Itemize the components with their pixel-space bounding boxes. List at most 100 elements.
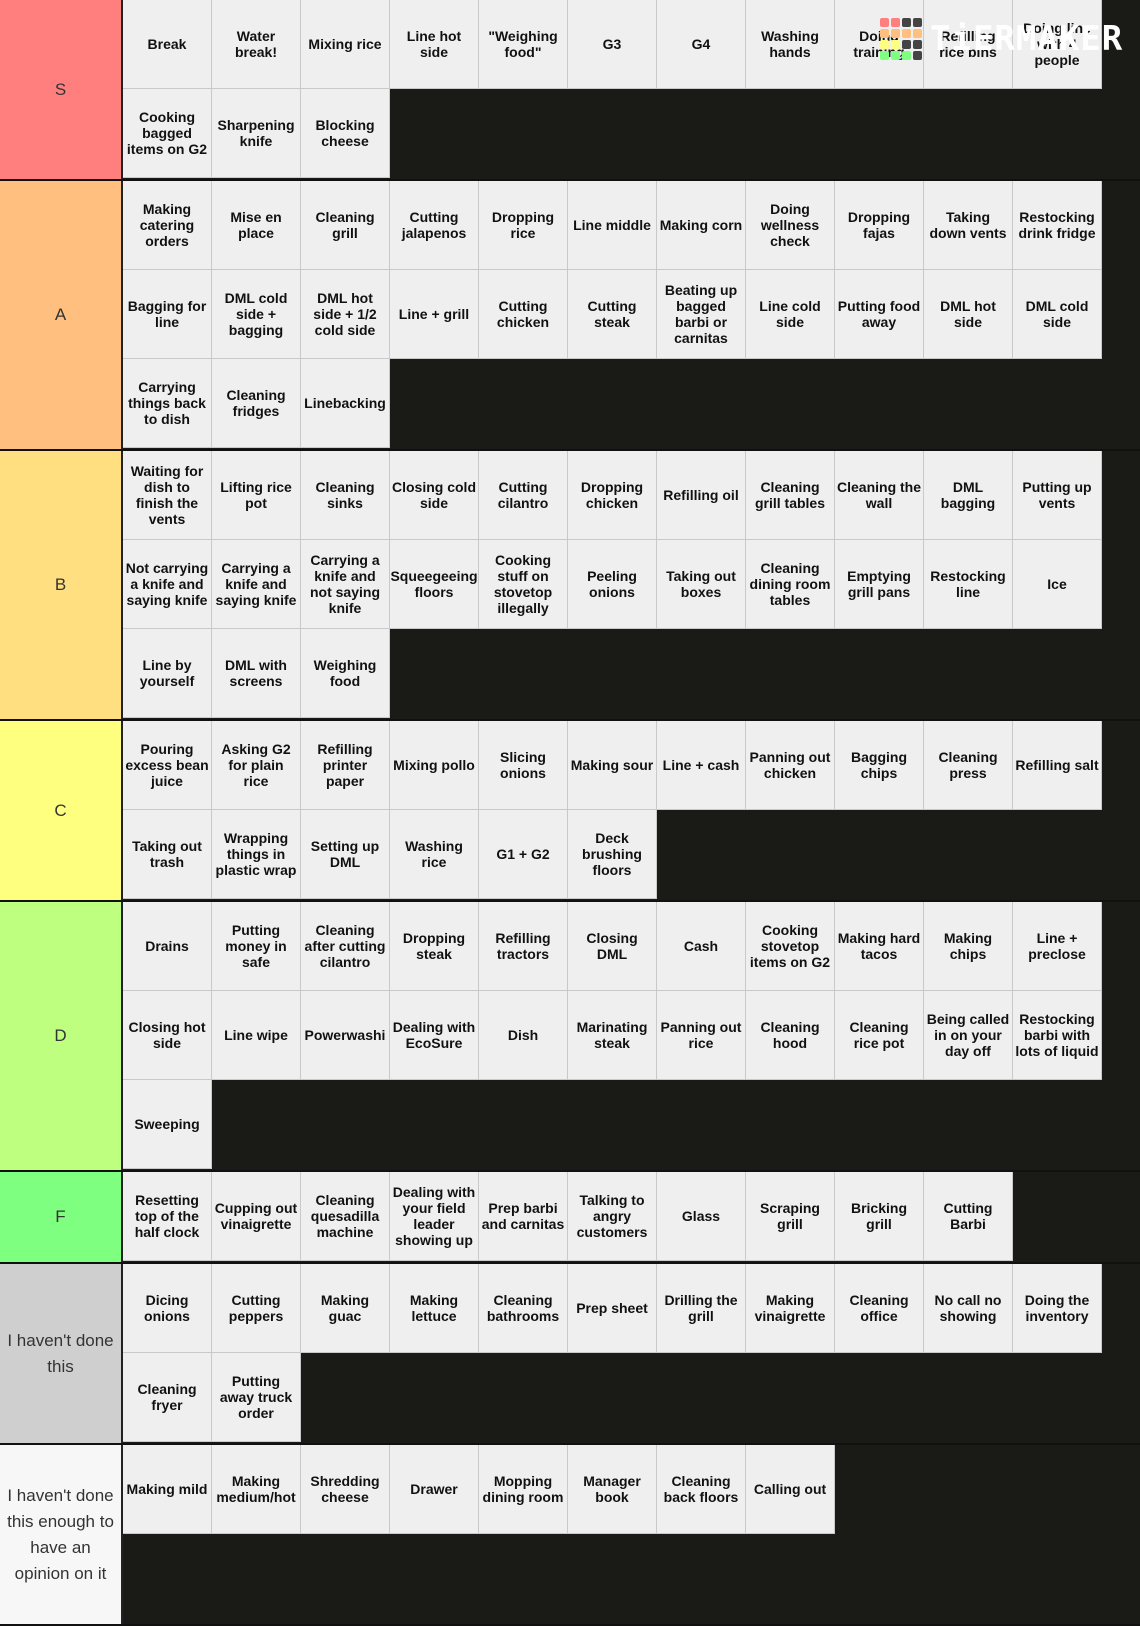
- tier-item-card[interactable]: Cutting Barbi: [924, 1172, 1013, 1261]
- tier-item-card[interactable]: DML hot side: [924, 270, 1013, 359]
- tier-item-card[interactable]: Refilling salt: [1013, 721, 1102, 810]
- tier-item-card[interactable]: Making catering orders: [123, 181, 212, 270]
- tier-item-card[interactable]: Prep barbi and carnitas: [479, 1172, 568, 1261]
- tier-label[interactable]: A: [0, 181, 123, 449]
- tier-item-card[interactable]: Cleaning hood: [746, 991, 835, 1080]
- tier-item-card[interactable]: Sweeping: [123, 1080, 212, 1169]
- tier-item-card[interactable]: Carrying a knife and saying knife: [212, 540, 301, 629]
- tier-item-card[interactable]: "Weighing food": [479, 0, 568, 89]
- tier-item-card[interactable]: Line + preclose: [1013, 902, 1102, 991]
- tier-item-card[interactable]: Line cold side: [746, 270, 835, 359]
- tier-item-card[interactable]: Making sour: [568, 721, 657, 810]
- tier-item-card[interactable]: Restocking drink fridge: [1013, 181, 1102, 270]
- tier-item-card[interactable]: DML hot side + 1/2 cold side: [301, 270, 390, 359]
- tier-item-card[interactable]: Blocking cheese: [301, 89, 390, 178]
- tier-item-card[interactable]: Cleaning sinks: [301, 451, 390, 540]
- tier-item-card[interactable]: Cooking stuff on stovetop illegally: [479, 540, 568, 629]
- tier-item-card[interactable]: Waiting for dish to finish the vents: [123, 451, 212, 540]
- tier-item-card[interactable]: Putting money in safe: [212, 902, 301, 991]
- tier-item-card[interactable]: Asking G2 for plain rice: [212, 721, 301, 810]
- tier-item-card[interactable]: DML bagging: [924, 451, 1013, 540]
- tier-item-card[interactable]: Cutting jalapenos: [390, 181, 479, 270]
- tier-item-card[interactable]: Sharpening knife: [212, 89, 301, 178]
- tier-item-card[interactable]: Emptying grill pans: [835, 540, 924, 629]
- tier-item-card[interactable]: Cupping out vinaigrette: [212, 1172, 301, 1261]
- tier-item-card[interactable]: Making mild: [123, 1445, 212, 1534]
- tier-item-card[interactable]: Refilling tractors: [479, 902, 568, 991]
- tier-item-card[interactable]: Making vinaigrette: [746, 1264, 835, 1353]
- tier-item-card[interactable]: Mixing rice: [301, 0, 390, 89]
- tier-item-card[interactable]: Restocking line: [924, 540, 1013, 629]
- tier-item-card[interactable]: DML cold side: [1013, 270, 1102, 359]
- tier-item-card[interactable]: Being called in on your day off: [924, 991, 1013, 1080]
- tier-item-card[interactable]: Doing wellness check: [746, 181, 835, 270]
- tier-item-card[interactable]: Line wipe: [212, 991, 301, 1080]
- tier-item-card[interactable]: Weighing food: [301, 629, 390, 718]
- tier-item-card[interactable]: Powerwashi: [301, 991, 390, 1080]
- tier-item-card[interactable]: Calling out: [746, 1445, 835, 1534]
- tier-item-card[interactable]: Refilling oil: [657, 451, 746, 540]
- tier-item-card[interactable]: Manager book: [568, 1445, 657, 1534]
- tier-item-card[interactable]: Carrying things back to dish: [123, 359, 212, 448]
- tier-item-card[interactable]: Making medium/hot: [212, 1445, 301, 1534]
- tier-item-card[interactable]: Dropping chicken: [568, 451, 657, 540]
- tier-item-card[interactable]: Washing rice: [390, 810, 479, 899]
- tier-item-card[interactable]: Putting away truck order: [212, 1353, 301, 1442]
- tier-item-card[interactable]: Cooking stovetop items on G2: [746, 902, 835, 991]
- tier-item-card[interactable]: Marinating steak: [568, 991, 657, 1080]
- tier-item-card[interactable]: Cutting steak: [568, 270, 657, 359]
- tier-item-card[interactable]: Panning out chicken: [746, 721, 835, 810]
- tier-item-card[interactable]: Cleaning press: [924, 721, 1013, 810]
- tier-item-card[interactable]: Making hard tacos: [835, 902, 924, 991]
- tier-item-card[interactable]: Break: [123, 0, 212, 89]
- tier-item-card[interactable]: Dropping fajas: [835, 181, 924, 270]
- tier-label[interactable]: S: [0, 0, 123, 179]
- tier-label[interactable]: D: [0, 902, 123, 1170]
- tier-item-card[interactable]: Line middle: [568, 181, 657, 270]
- tier-item-card[interactable]: Cleaning back floors: [657, 1445, 746, 1534]
- tier-item-card[interactable]: Closing cold side: [390, 451, 479, 540]
- tier-item-card[interactable]: Cleaning quesadilla machine: [301, 1172, 390, 1261]
- tier-item-card[interactable]: Taking down vents: [924, 181, 1013, 270]
- tier-item-card[interactable]: G4: [657, 0, 746, 89]
- tier-item-card[interactable]: Ice: [1013, 540, 1102, 629]
- tier-item-card[interactable]: Peeling onions: [568, 540, 657, 629]
- tier-item-card[interactable]: Cleaning fridges: [212, 359, 301, 448]
- tier-label[interactable]: B: [0, 451, 123, 719]
- tier-item-card[interactable]: Cleaning the wall: [835, 451, 924, 540]
- tier-item-card[interactable]: Cleaning office: [835, 1264, 924, 1353]
- tier-label[interactable]: I haven't done this enough to have an op…: [0, 1445, 123, 1624]
- tier-item-card[interactable]: Setting up DML: [301, 810, 390, 899]
- tier-item-card[interactable]: Cleaning after cutting cilantro: [301, 902, 390, 991]
- tier-item-card[interactable]: Bricking grill: [835, 1172, 924, 1261]
- tier-item-card[interactable]: Line by yourself: [123, 629, 212, 718]
- tier-label[interactable]: F: [0, 1172, 123, 1262]
- tier-item-card[interactable]: DML cold side + bagging: [212, 270, 301, 359]
- tier-item-card[interactable]: Drains: [123, 902, 212, 991]
- tier-item-card[interactable]: Closing hot side: [123, 991, 212, 1080]
- tier-item-card[interactable]: Putting up vents: [1013, 451, 1102, 540]
- tier-item-card[interactable]: Dealing with your field leader showing u…: [390, 1172, 479, 1261]
- tier-item-card[interactable]: Cleaning dining room tables: [746, 540, 835, 629]
- tier-item-card[interactable]: Dicing onions: [123, 1264, 212, 1353]
- tier-item-card[interactable]: Restocking barbi with lots of liquid: [1013, 991, 1102, 1080]
- tier-item-card[interactable]: Drawer: [390, 1445, 479, 1534]
- tier-label[interactable]: C: [0, 721, 123, 900]
- tier-item-card[interactable]: Dish: [479, 991, 568, 1080]
- tier-item-card[interactable]: Cutting peppers: [212, 1264, 301, 1353]
- tier-item-card[interactable]: Pouring excess bean juice: [123, 721, 212, 810]
- tier-item-card[interactable]: Putting food away: [835, 270, 924, 359]
- tier-item-card[interactable]: Line hot side: [390, 0, 479, 89]
- tier-item-card[interactable]: Dropping rice: [479, 181, 568, 270]
- tier-item-card[interactable]: G3: [568, 0, 657, 89]
- tier-item-card[interactable]: Slicing onions: [479, 721, 568, 810]
- tier-item-card[interactable]: Squeegeeing floors: [390, 540, 479, 629]
- tier-item-card[interactable]: Making chips: [924, 902, 1013, 991]
- tier-item-card[interactable]: Drilling the grill: [657, 1264, 746, 1353]
- tier-item-card[interactable]: Resetting top of the half clock: [123, 1172, 212, 1261]
- tier-item-card[interactable]: Cleaning grill: [301, 181, 390, 270]
- tier-item-card[interactable]: Mise en place: [212, 181, 301, 270]
- tier-item-card[interactable]: G1 + G2: [479, 810, 568, 899]
- tier-item-card[interactable]: Mopping dining room: [479, 1445, 568, 1534]
- tier-item-card[interactable]: Glass: [657, 1172, 746, 1261]
